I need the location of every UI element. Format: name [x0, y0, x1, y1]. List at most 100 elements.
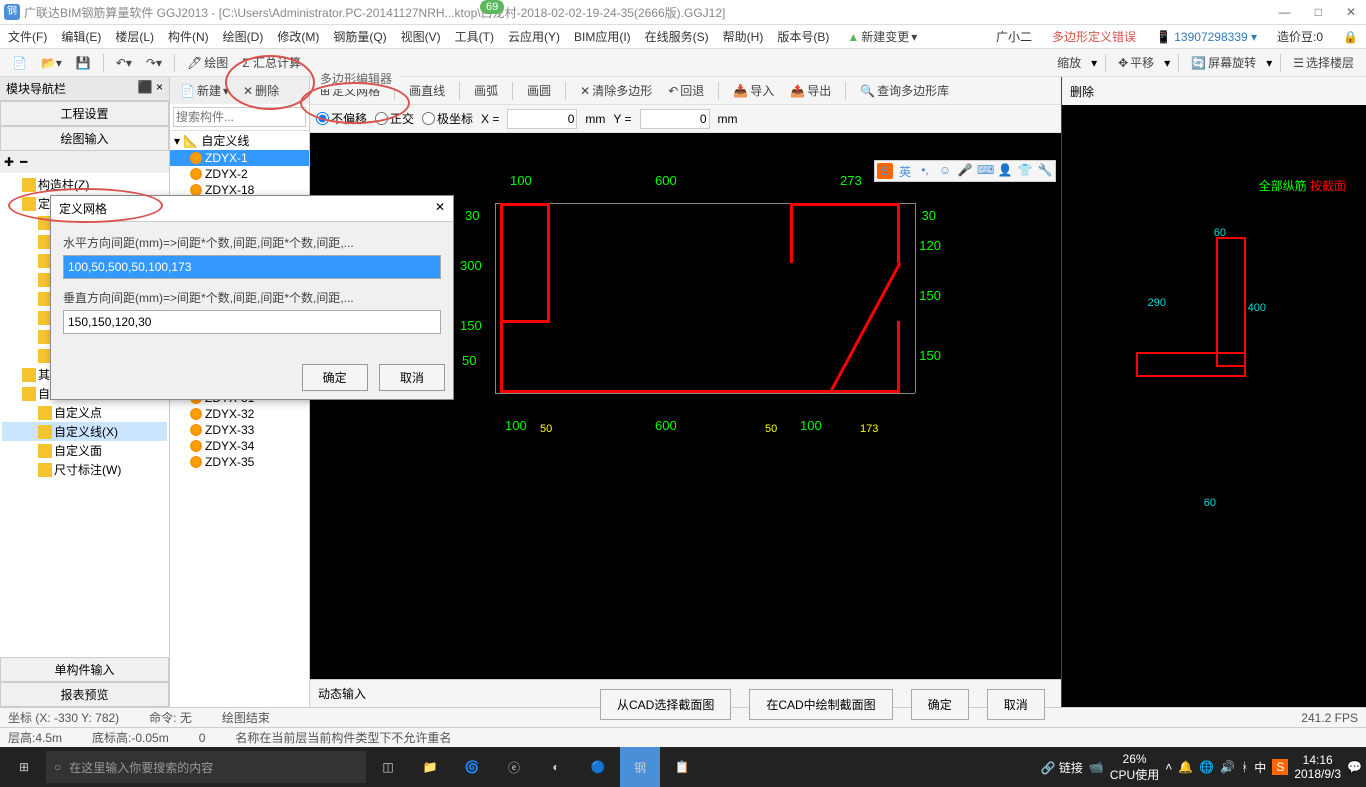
polar-radio[interactable]: 极坐标 — [422, 110, 473, 127]
link-label[interactable]: 🔗 链接 — [1041, 759, 1083, 776]
ime-kb[interactable]: ⌨ — [977, 163, 993, 179]
lock-icon[interactable]: 🔒 — [1343, 30, 1358, 44]
app6-icon[interactable]: 📋 — [662, 747, 702, 787]
menu-draw[interactable]: 绘图(D) — [223, 28, 264, 45]
draw-line-button[interactable]: 画直线 — [405, 80, 449, 101]
list-item[interactable]: ZDYX-1 — [170, 150, 309, 166]
y-input[interactable] — [640, 109, 710, 129]
phone-number[interactable]: 📱 13907298339 ▾ — [1156, 30, 1257, 44]
x-input[interactable] — [507, 109, 577, 129]
app2-icon[interactable]: 🌀 — [452, 747, 492, 787]
single-input-button[interactable]: 单构件输入 — [0, 657, 169, 682]
tray-bell-icon[interactable]: 🔔 — [1178, 760, 1193, 774]
app4-icon[interactable]: 🔵 — [578, 747, 618, 787]
cpu-meter[interactable]: 26%CPU使用 — [1110, 752, 1159, 783]
cad-cancel-button[interactable]: 取消 — [987, 689, 1045, 720]
section-delete[interactable]: 删除 — [1070, 83, 1094, 100]
draw-in-cad-button[interactable]: 在CAD中绘制截面图 — [749, 689, 892, 720]
drawing-input-button[interactable]: 绘图输入 — [0, 126, 169, 151]
select-from-cad-button[interactable]: 从CAD选择截面图 — [600, 689, 731, 720]
edge-icon[interactable]: ⓔ — [494, 747, 534, 787]
clock[interactable]: 14:162018/9/3 — [1294, 753, 1341, 781]
vertical-spacing-input[interactable] — [63, 310, 441, 334]
tree-item[interactable]: 自定义点 — [2, 403, 167, 422]
tree-item[interactable]: 构造柱(Z) — [2, 175, 167, 194]
open-file-icon[interactable]: 📂▾ — [37, 54, 66, 72]
tree-item[interactable]: 自定义线(X) — [2, 422, 167, 441]
import-button[interactable]: 📥 导入 — [729, 80, 778, 101]
list-item[interactable]: ZDYX-33 — [170, 422, 309, 438]
go-back-button[interactable]: ↶ 回退 — [664, 80, 708, 101]
sogou-icon[interactable]: S — [877, 163, 893, 179]
collapse-icon[interactable]: ━ — [20, 155, 27, 169]
username[interactable]: 广小二 — [996, 28, 1032, 45]
ime-user[interactable]: 👤 — [997, 163, 1013, 179]
expand-icon[interactable]: ✚ — [4, 155, 14, 169]
ime-lang[interactable]: 英 — [897, 163, 913, 179]
pan-tool[interactable]: ✥ 平移 — [1114, 52, 1158, 73]
ime-toolbar[interactable]: S 英 •, ☺ 🎤 ⌨ 👤 👕 🔧 — [874, 160, 1056, 182]
dialog-close-icon[interactable]: ✕ — [435, 200, 445, 217]
maximize-button[interactable]: □ — [1309, 5, 1328, 19]
rotate-tool[interactable]: 🔄 屏幕旋转 — [1187, 52, 1260, 73]
list-item[interactable]: ZDYX-35 — [170, 454, 309, 470]
polygon-error[interactable]: 多边形定义错误 — [1052, 28, 1136, 45]
menu-member[interactable]: 构件(N) — [168, 28, 209, 45]
tree-item[interactable]: 自定义面 — [2, 441, 167, 460]
notification-icon[interactable]: 💬 — [1347, 760, 1362, 774]
list-header[interactable]: ▾ 📐 自定义线 — [170, 131, 309, 150]
sum-calc[interactable]: Σ 汇总计算 — [238, 52, 305, 73]
menu-rebar[interactable]: 钢筋量(Q) — [333, 28, 386, 45]
redo-icon[interactable]: ↷▾ — [142, 54, 166, 72]
menu-online[interactable]: 在线服务(S) — [645, 28, 709, 45]
horizontal-spacing-input[interactable] — [63, 255, 441, 279]
select-floor[interactable]: ☰ 选择楼层 — [1289, 52, 1358, 73]
minimize-button[interactable]: ― — [1273, 5, 1297, 19]
tray-vol-icon[interactable]: 🔊 — [1220, 760, 1235, 774]
undo-icon[interactable]: ↶▾ — [112, 54, 136, 72]
dialog-ok-button[interactable]: 确定 — [302, 364, 368, 391]
menu-edit[interactable]: 编辑(E) — [61, 28, 101, 45]
tree-item[interactable]: 尺寸标注(W) — [2, 460, 167, 479]
list-item[interactable]: ZDYX-32 — [170, 406, 309, 422]
app1-icon[interactable]: 📁 — [410, 747, 450, 787]
device-icon[interactable]: 📹 — [1089, 760, 1104, 774]
menu-modify[interactable]: 修改(M) — [277, 28, 319, 45]
menu-bim[interactable]: BIM应用(I) — [574, 28, 631, 45]
scale-tool[interactable]: 缩放 — [1053, 52, 1085, 73]
export-button[interactable]: 📤 导出 — [786, 80, 835, 101]
ime-emoji[interactable]: ☺ — [937, 163, 953, 179]
ime-skin[interactable]: 👕 — [1017, 163, 1033, 179]
report-preview-button[interactable]: 报表预览 — [0, 682, 169, 707]
ime-tool[interactable]: 🔧 — [1037, 163, 1053, 179]
search-input[interactable] — [173, 107, 306, 127]
menu-floor[interactable]: 楼层(L) — [115, 28, 154, 45]
new-member-button[interactable]: 📄新建▾ — [176, 80, 233, 101]
menu-help[interactable]: 帮助(H) — [723, 28, 764, 45]
no-offset-radio[interactable]: 不偏移 — [316, 110, 367, 127]
ime-mic[interactable]: 🎤 — [957, 163, 973, 179]
cad-ok-button[interactable]: 确定 — [911, 689, 969, 720]
ime-indicator[interactable]: 中 — [1254, 759, 1266, 776]
delete-member-button[interactable]: ✕删除 — [239, 80, 283, 101]
dialog-cancel-button[interactable]: 取消 — [379, 364, 445, 391]
tray-net-icon[interactable]: 🌐 — [1199, 760, 1214, 774]
tray-bt-icon[interactable]: ᚼ — [1241, 760, 1248, 774]
new-file-icon[interactable]: 📄 — [8, 54, 31, 72]
app5-icon[interactable]: 钢 — [620, 747, 660, 787]
menu-cloud[interactable]: 云应用(Y) — [508, 28, 560, 45]
menu-version[interactable]: 版本号(B) — [777, 28, 829, 45]
menu-file[interactable]: 文件(F) — [8, 28, 47, 45]
ime-punct[interactable]: •, — [917, 163, 933, 179]
save-icon[interactable]: 💾 — [72, 54, 95, 72]
clear-polygon-button[interactable]: ✕ 清除多边形 — [576, 80, 656, 101]
by-section-label[interactable]: 按截面 — [1310, 179, 1346, 193]
engineering-settings-button[interactable]: 工程设置 — [0, 101, 169, 126]
start-button[interactable]: ⊞ — [4, 747, 44, 787]
draw-circle-button[interactable]: 画圆 — [523, 80, 555, 101]
menu-tool[interactable]: 工具(T) — [455, 28, 494, 45]
task-view-icon[interactable]: ◫ — [368, 747, 408, 787]
list-item[interactable]: ZDYX-34 — [170, 438, 309, 454]
query-polygon-button[interactable]: 🔍 查询多边形库 — [856, 80, 953, 101]
list-item[interactable]: ZDYX-2 — [170, 166, 309, 182]
